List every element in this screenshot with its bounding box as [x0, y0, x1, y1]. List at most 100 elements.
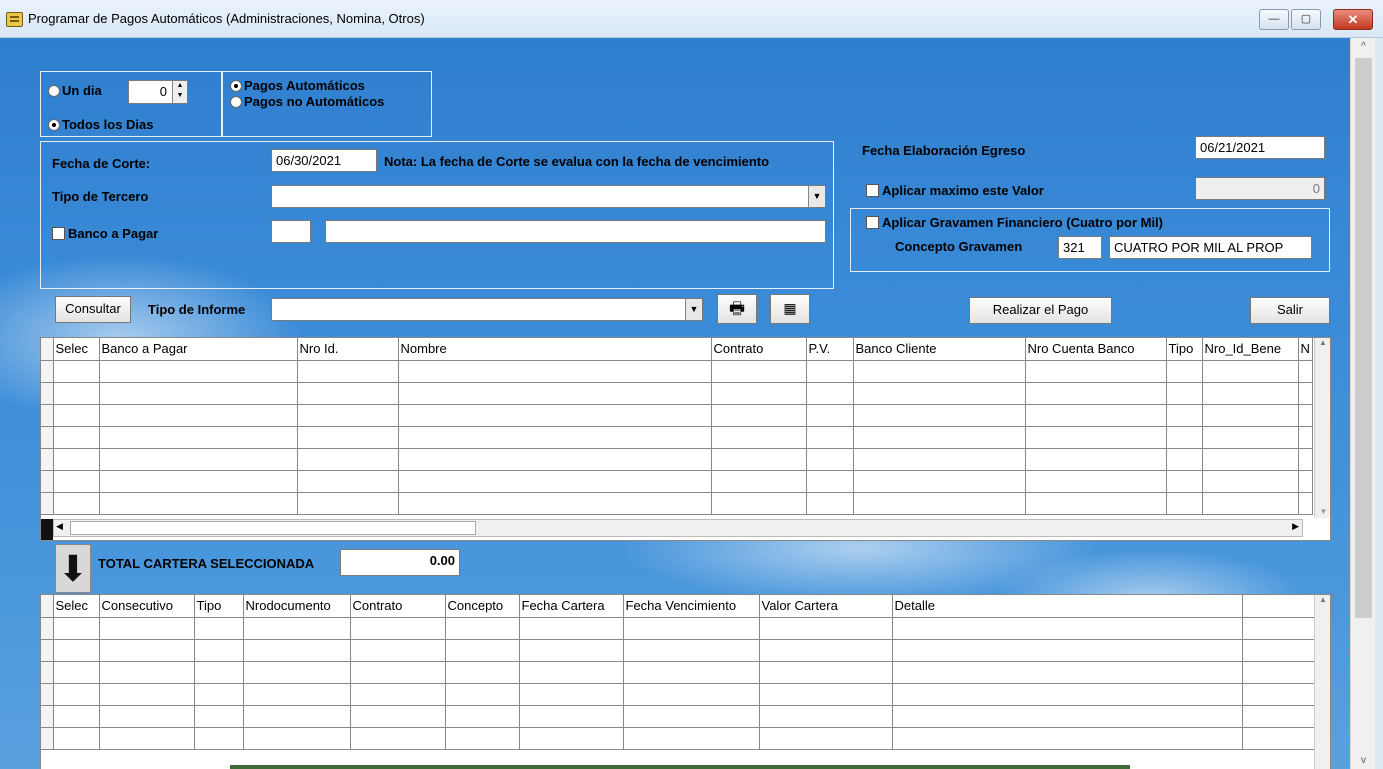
- banco-pagar-checkbox[interactable]: Banco a Pagar: [52, 226, 158, 241]
- table-cell[interactable]: [892, 639, 1243, 662]
- table-cell[interactable]: [53, 727, 100, 750]
- excel-export-icon[interactable]: ▦: [770, 294, 810, 324]
- table-cell[interactable]: [1202, 492, 1299, 515]
- table-cell[interactable]: [1166, 448, 1203, 471]
- col-header[interactable]: Nro Cuenta Banco: [1025, 338, 1167, 361]
- table-cell[interactable]: [1298, 382, 1313, 405]
- scroll-up-icon[interactable]: ▲: [1315, 338, 1330, 347]
- table-cell[interactable]: [759, 705, 893, 728]
- un-dia-spinner[interactable]: 0 ▲ ▼: [128, 80, 188, 104]
- row-indicator[interactable]: [41, 492, 54, 515]
- table-cell[interactable]: [1242, 683, 1317, 706]
- table-cell[interactable]: [53, 426, 100, 449]
- aplicar-maximo-input[interactable]: 0: [1195, 177, 1325, 200]
- row-indicator[interactable]: [41, 448, 54, 471]
- table-cell[interactable]: [398, 382, 712, 405]
- table-cell[interactable]: [350, 683, 446, 706]
- table-cell[interactable]: [297, 404, 399, 427]
- table-cell[interactable]: [806, 360, 854, 383]
- col-header[interactable]: Tipo: [194, 595, 244, 618]
- salir-button[interactable]: Salir: [1250, 297, 1330, 324]
- scroll-right-icon[interactable]: ▶: [1292, 521, 1299, 532]
- table-row[interactable]: [41, 661, 1317, 684]
- banco-name-input[interactable]: [325, 220, 826, 243]
- table-cell[interactable]: [243, 639, 351, 662]
- printer-icon[interactable]: 🖶: [717, 294, 757, 324]
- table-cell[interactable]: [1025, 492, 1167, 515]
- table-row[interactable]: [41, 426, 1313, 449]
- scroll-down-icon[interactable]: v: [1351, 752, 1376, 769]
- cartera-grid[interactable]: Selec Consecutivo Tipo Nrodocumento Cont…: [40, 594, 1331, 769]
- maximize-button[interactable]: ▢: [1291, 9, 1321, 30]
- table-cell[interactable]: [519, 617, 624, 640]
- table-cell[interactable]: [297, 470, 399, 493]
- table-cell[interactable]: [1025, 448, 1167, 471]
- table-cell[interactable]: [519, 727, 624, 750]
- table-cell[interactable]: [350, 639, 446, 662]
- table-cell[interactable]: [806, 448, 854, 471]
- table-cell[interactable]: [53, 683, 100, 706]
- row-indicator[interactable]: [41, 727, 54, 750]
- table-cell[interactable]: [1202, 404, 1299, 427]
- col-header[interactable]: Tipo: [1166, 338, 1203, 361]
- table-row[interactable]: [41, 382, 1313, 405]
- table-cell[interactable]: [99, 705, 195, 728]
- table-cell[interactable]: [194, 705, 244, 728]
- table-cell[interactable]: [398, 448, 712, 471]
- table-cell[interactable]: [759, 683, 893, 706]
- concepto-code-input[interactable]: 321: [1058, 236, 1102, 259]
- table-cell[interactable]: [1242, 727, 1317, 750]
- row-indicator[interactable]: [41, 661, 54, 684]
- scroll-up-icon[interactable]: ^: [1351, 38, 1376, 55]
- col-header[interactable]: Detalle: [892, 595, 1243, 618]
- dropdown-arrow-icon[interactable]: ▼: [685, 299, 702, 320]
- un-dia-radio[interactable]: Un dia: [48, 83, 102, 98]
- table-cell[interactable]: [1298, 470, 1313, 493]
- table-cell[interactable]: [53, 382, 100, 405]
- table-cell[interactable]: [398, 404, 712, 427]
- table-cell[interactable]: [99, 382, 298, 405]
- col-header[interactable]: Fecha Vencimiento: [623, 595, 760, 618]
- table-cell[interactable]: [99, 683, 195, 706]
- table-cell[interactable]: [1025, 360, 1167, 383]
- col-header[interactable]: Selec: [53, 338, 100, 361]
- table-cell[interactable]: [398, 492, 712, 515]
- table-cell[interactable]: [853, 360, 1026, 383]
- aplicar-gravamen-checkbox-box[interactable]: [866, 216, 879, 229]
- table-row[interactable]: [41, 705, 1317, 728]
- table-cell[interactable]: [519, 683, 624, 706]
- bancos-grid[interactable]: Selec Banco a Pagar Nro Id. Nombre Contr…: [40, 337, 1331, 541]
- col-header[interactable]: Banco Cliente: [853, 338, 1026, 361]
- scroll-up-icon[interactable]: ▲: [1315, 595, 1330, 604]
- table-cell[interactable]: [99, 639, 195, 662]
- table-cell[interactable]: [243, 683, 351, 706]
- table-row[interactable]: [41, 727, 1317, 750]
- grid-vertical-scrollbar[interactable]: ▲ ▼: [1314, 338, 1330, 518]
- table-cell[interactable]: [398, 360, 712, 383]
- table-cell[interactable]: [853, 470, 1026, 493]
- table-cell[interactable]: [445, 727, 520, 750]
- table-cell[interactable]: [853, 492, 1026, 515]
- table-cell[interactable]: [1166, 360, 1203, 383]
- table-cell[interactable]: [194, 661, 244, 684]
- table-cell[interactable]: [892, 617, 1243, 640]
- table-cell[interactable]: [1242, 661, 1317, 684]
- table-cell[interactable]: [759, 617, 893, 640]
- table-row[interactable]: [41, 404, 1313, 427]
- col-header[interactable]: Consecutivo: [99, 595, 195, 618]
- table-cell[interactable]: [398, 470, 712, 493]
- scroll-thumb[interactable]: [70, 521, 476, 535]
- table-cell[interactable]: [1166, 492, 1203, 515]
- table-cell[interactable]: [892, 727, 1243, 750]
- table-cell[interactable]: [1025, 426, 1167, 449]
- table-cell[interactable]: [519, 639, 624, 662]
- row-indicator[interactable]: [41, 683, 54, 706]
- table-cell[interactable]: [806, 492, 854, 515]
- table-cell[interactable]: [243, 705, 351, 728]
- table-cell[interactable]: [99, 492, 298, 515]
- col-header[interactable]: Banco a Pagar: [99, 338, 298, 361]
- table-cell[interactable]: [445, 639, 520, 662]
- table-cell[interactable]: [398, 426, 712, 449]
- table-cell[interactable]: [99, 727, 195, 750]
- table-cell[interactable]: [53, 470, 100, 493]
